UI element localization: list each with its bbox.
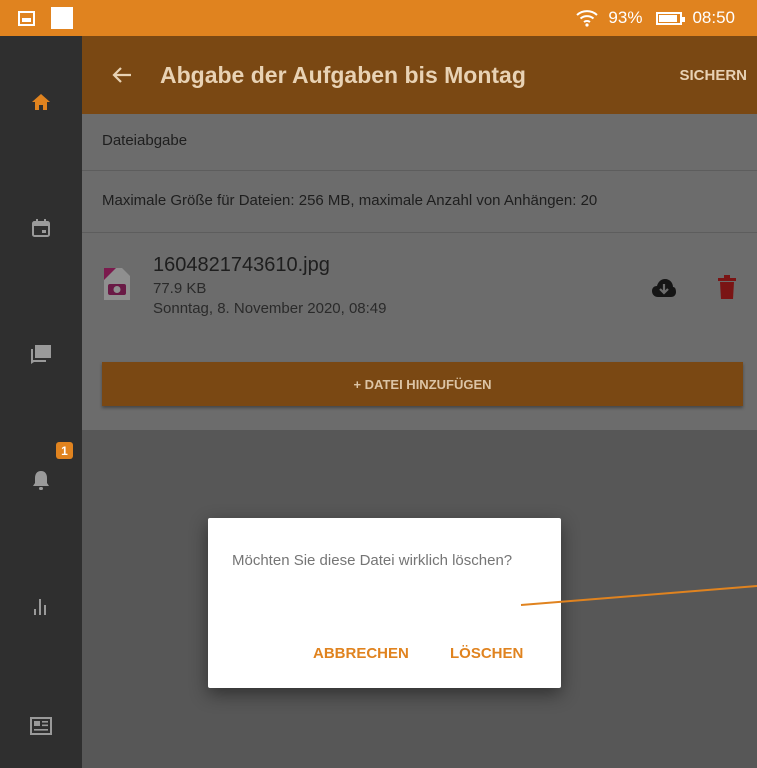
file-size: 77.9 KB (153, 280, 207, 297)
confirm-delete-button[interactable]: LÖSCHEN (450, 645, 523, 662)
bell-icon (33, 471, 49, 490)
battery-icon (656, 11, 686, 25)
clock: 08:50 (692, 8, 735, 27)
file-limits-info: Maximale Größe für Dateien: 256 MB, maxi… (102, 192, 598, 209)
file-list-item[interactable]: 1604821743610.jpg 77.9 KB Sonntag, 8. No… (102, 254, 742, 334)
file-name: 1604821743610.jpg (153, 254, 330, 276)
divider (82, 232, 757, 233)
save-button[interactable]: SICHERN (679, 67, 747, 84)
add-file-button[interactable]: + DATEI HINZUFÜGEN (102, 362, 743, 406)
image-icon (18, 10, 35, 26)
status-bar: 93% 08:50 (0, 0, 757, 36)
cancel-button[interactable]: ABBRECHEN (313, 645, 409, 662)
navigation-rail: 1 (0, 36, 82, 768)
notification-badge: 1 (56, 442, 73, 459)
app-bar: Abgabe der Aufgaben bis Montag SICHERN (82, 36, 757, 114)
news-icon (30, 717, 52, 735)
delete-button[interactable] (716, 272, 738, 302)
home-icon (32, 94, 50, 110)
nav-home[interactable] (0, 72, 82, 132)
arrow-left-icon (112, 67, 131, 83)
confirm-delete-dialog: Möchten Sie diese Datei wirklich löschen… (208, 518, 561, 688)
divider (82, 170, 757, 171)
page-title: Abgabe der Aufgaben bis Montag (160, 61, 526, 88)
calendar-icon (32, 219, 50, 237)
nav-news[interactable] (0, 696, 82, 756)
battery-percentage: 93% (608, 8, 643, 27)
trash-icon (718, 275, 736, 299)
back-button[interactable] (102, 55, 142, 95)
nav-notifications[interactable]: 1 (0, 442, 82, 510)
nav-statistics[interactable] (0, 576, 82, 636)
file-date: Sonntag, 8. November 2020, 08:49 (153, 300, 387, 317)
submission-card: Dateiabgabe Maximale Größe für Dateien: … (82, 114, 757, 430)
nav-calendar[interactable] (0, 198, 82, 258)
nav-messages[interactable] (0, 324, 82, 384)
wifi-icon (576, 10, 599, 27)
image-file-icon (104, 268, 130, 300)
download-button[interactable] (650, 274, 678, 302)
app-icon (51, 7, 73, 29)
dialog-message: Möchten Sie diese Datei wirklich löschen… (232, 552, 513, 569)
section-title: Dateiabgabe (102, 132, 188, 149)
chart-icon (34, 599, 46, 615)
cloud-download-icon (652, 279, 676, 297)
messages-icon (31, 345, 51, 364)
